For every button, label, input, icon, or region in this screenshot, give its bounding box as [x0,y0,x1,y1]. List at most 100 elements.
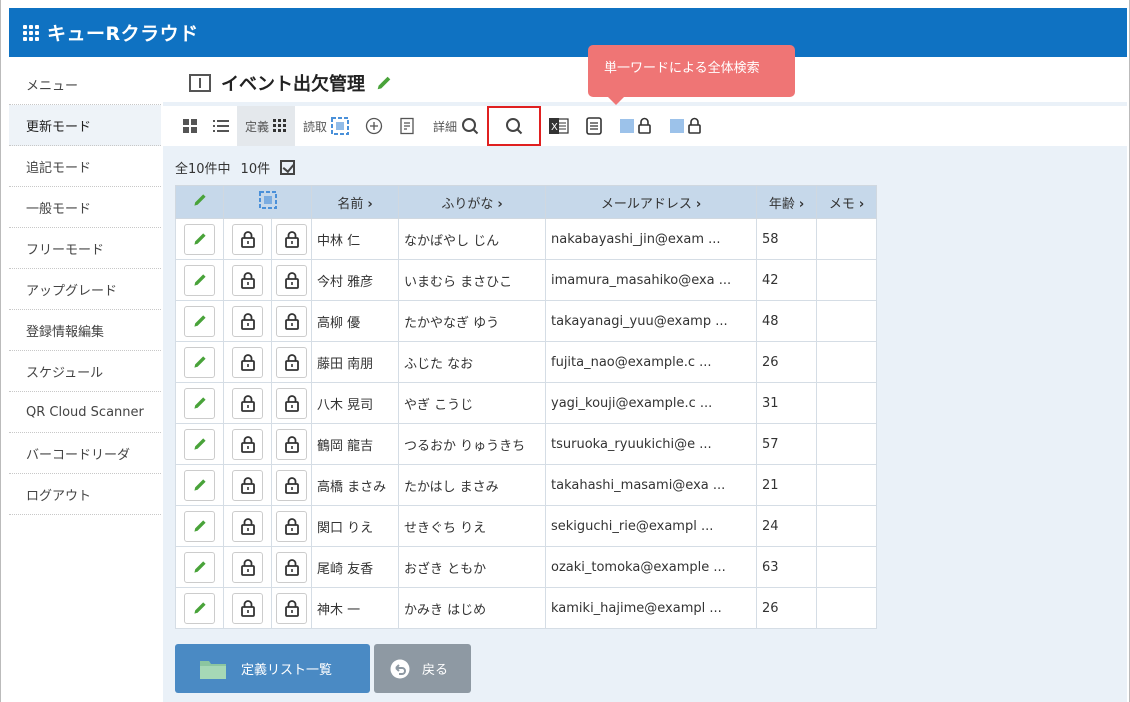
return-icon [390,659,410,678]
sidebar-item-free-mode[interactable]: フリーモード [9,228,161,269]
lock-cell [271,423,312,465]
add-button[interactable] [357,106,391,146]
kana-cell: なかばやし じん [398,218,546,260]
kana-column-header[interactable]: ふりがな › [398,185,546,219]
lock-qr-button-1[interactable] [611,106,661,146]
name-column-header[interactable]: 名前 › [311,185,399,219]
name-cell: 尾崎 友香 [311,546,399,588]
lock-icon[interactable] [232,469,263,501]
memo-cell [816,587,877,629]
lock-icon[interactable] [276,551,307,583]
lock-icon[interactable] [232,305,263,337]
card-view-button[interactable] [175,106,205,146]
pencil-icon [193,194,206,206]
lock-icon[interactable] [276,428,307,460]
age-cell: 26 [756,587,817,629]
sidebar-item-registration-edit[interactable]: 登録情報編集 [9,310,161,351]
lock-icon[interactable] [232,387,263,419]
age-cell: 57 [756,423,817,465]
age-cell: 26 [756,341,817,383]
lock-icon[interactable] [276,510,307,542]
grid-view-icon [183,119,197,133]
sidebar-item-barcode-reader[interactable]: バーコードリーダ [9,433,161,474]
kana-cell: ふじた なお [398,341,546,383]
name-cell: 今村 雅彦 [311,259,399,301]
lock-qr-button-2[interactable] [661,106,711,146]
toolbar: 定義 読取 詳細 X [163,106,1127,146]
table-row: 神木 一かみき はじめ kamiki_hajime@exampl ... 26 [175,587,877,629]
csv-button[interactable] [577,106,611,146]
edit-pencil-icon[interactable] [184,264,215,296]
lock-icon[interactable] [276,346,307,378]
lock-cell [271,464,312,506]
name-cell: 神木 一 [311,587,399,629]
sidebar-item-general-mode[interactable]: 一般モード [9,187,161,228]
sidebar-item-upgrade[interactable]: アップグレード [9,269,161,310]
sidebar-item-menu[interactable]: メニュー [9,64,161,105]
back-button[interactable]: 戻る [374,644,471,693]
full-text-search-button[interactable] [487,106,542,146]
edit-pencil-icon[interactable] [184,346,215,378]
sidebar-item-append-mode[interactable]: 追記モード [9,146,161,187]
sidebar-item-logout[interactable]: ログアウト [9,474,161,515]
age-column-header[interactable]: 年齢 › [756,185,817,219]
lock-icon[interactable] [276,387,307,419]
edit-cell [175,505,224,547]
table-row: 八木 晃司 やぎ こうじ yagi_kouji@example.c ... 31 [175,382,877,424]
lock-cell [223,464,272,506]
edit-cell [175,218,224,260]
edit-cell [175,423,224,465]
read-label: 読取 [303,119,328,134]
lock-icon[interactable] [232,428,263,460]
edit-pencil-icon[interactable] [184,305,215,337]
note-button[interactable] [391,106,425,146]
app-grid-icon[interactable] [23,24,39,41]
memo-column-header[interactable]: メモ › [816,185,877,219]
kana-cell: やぎ こうじ [398,382,546,424]
lock-icon[interactable] [276,469,307,501]
edit-pencil-icon[interactable] [184,223,215,255]
magnifier-icon [462,118,479,135]
edit-cell [175,259,224,301]
lock-icon[interactable] [232,510,263,542]
lock-icon[interactable] [276,223,307,255]
lock-icon[interactable] [276,264,307,296]
list-view-button[interactable] [205,106,237,146]
edit-pencil-icon[interactable] [184,510,215,542]
age-cell: 21 [756,464,817,506]
lock-cell [223,423,272,465]
table-row: 鶴岡 龍吉 つるおか りゅうきち tsuruoka_ryuukichi@e ... 5… [175,423,877,465]
define-list-button[interactable]: 定義リスト一覧 [175,644,370,693]
lock-icon[interactable] [276,305,307,337]
app-header: キューRクラウド [9,8,1127,57]
lock-icon[interactable] [232,551,263,583]
lock-icon[interactable] [232,346,263,378]
lock-cell [271,218,312,260]
excel-export-button[interactable]: X [541,106,577,146]
edit-pencil-icon[interactable] [184,387,215,419]
email-column-header[interactable]: メールアドレス › [545,185,757,219]
lock-icon[interactable] [232,223,263,255]
lock-icon[interactable] [232,592,263,624]
sidebar-item-qr-cloud-scanner[interactable]: QR Cloud Scanner [9,392,161,433]
email-cell: yagi_kouji@example.c ... [545,382,757,424]
sidebar-item-schedule[interactable]: スケジュール [9,351,161,392]
detail-search-button[interactable]: 詳細 [425,106,487,146]
edit-title-pencil-icon[interactable] [375,74,393,92]
select-all-checkbox[interactable] [280,160,296,175]
edit-pencil-icon[interactable] [184,469,215,501]
lock-icon[interactable] [276,592,307,624]
lock-icon[interactable] [232,264,263,296]
define-label: 定義 [245,119,270,134]
read-button[interactable]: 読取 [295,106,357,146]
edit-pencil-icon[interactable] [184,428,215,460]
lock-cell [223,218,272,260]
define-button[interactable]: 定義 [237,106,296,146]
sidebar-item-update-mode[interactable]: 更新モード [9,105,161,146]
lock-cell [223,341,272,383]
edit-pencil-icon[interactable] [184,592,215,624]
edit-pencil-icon[interactable] [184,551,215,583]
add-circle-icon [365,117,383,135]
age-cell: 63 [756,546,817,588]
edit-cell [175,382,224,424]
